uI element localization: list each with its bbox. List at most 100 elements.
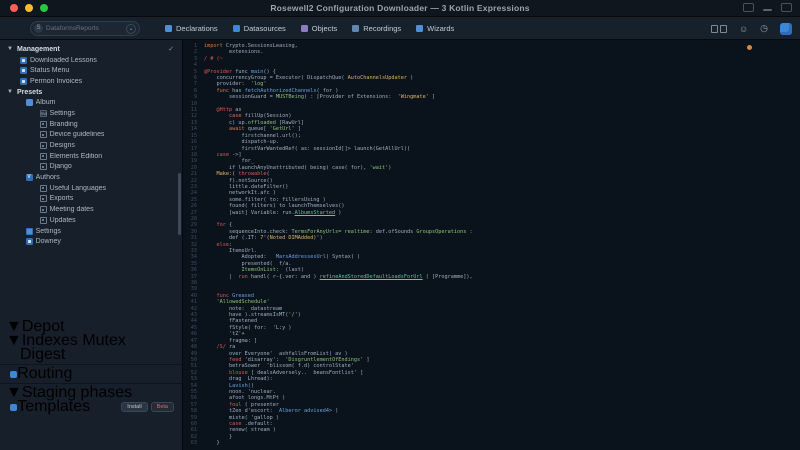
code-lines: 1 import Crypto.SessionsLeasing, 2 extensi… (184, 43, 800, 447)
fullscreen-icon[interactable] (781, 3, 792, 12)
sidebar-item-elements-edition[interactable]: Elements Edition (0, 151, 182, 162)
sidebar-label: Branding (49, 120, 78, 128)
checkmark-icon: ✓ (168, 46, 174, 54)
dot-icon (10, 403, 18, 411)
tab-recordings[interactable]: Recordings (352, 24, 401, 33)
sidebar-section-presets[interactable]: ▼ Presets (0, 87, 182, 98)
panel-layout-icon[interactable] (710, 24, 727, 33)
tab-label: Objects (311, 24, 338, 33)
tab-objects[interactable]: Objects (300, 24, 338, 33)
square-icon (39, 142, 47, 150)
search-scope-icon: S (34, 24, 43, 33)
search-input[interactable]: S DataformsReports ⌄ (30, 21, 140, 36)
sidebar-label: Downey (35, 238, 61, 246)
sidebar-item-settings[interactable]: SW Settings (0, 108, 182, 119)
tab-wizards[interactable]: Wizards (416, 24, 454, 33)
sw-badge: SW (39, 109, 48, 117)
doc-icon (20, 67, 27, 75)
square-icon (39, 206, 47, 214)
user-icon[interactable]: ☺ (739, 24, 748, 34)
sidebar-label: Elements Edition (49, 152, 103, 160)
sidebar-label: Digest (20, 346, 66, 363)
sidebar-label: Album (35, 99, 56, 107)
toolbar-right: ☺ ◷ (710, 17, 792, 40)
install-button[interactable]: Install (121, 402, 148, 412)
avatar[interactable] (780, 22, 792, 35)
sidebar-label: Designs (49, 142, 75, 150)
beta-button[interactable]: Beta (150, 402, 174, 412)
code-text: | run handl( r-{.ver: and ) refineAndSto… (204, 273, 473, 280)
code-text: } (204, 440, 220, 447)
sidebar-item-status-menu[interactable]: Status Menu (0, 65, 182, 76)
code-text: / # (~ (204, 55, 223, 62)
grid-icon (25, 227, 33, 235)
sidebar-item-downloaded-lessons[interactable]: Downloaded Lessons (0, 55, 182, 66)
sidebar-label: Templates (17, 398, 91, 415)
sidebar-label: Useful Languages (49, 184, 107, 192)
window-title: Rosewell2 Configuration Downloader — 3 K… (270, 3, 530, 13)
tab-label: Recordings (363, 24, 402, 33)
sidebar-label: Settings (49, 109, 75, 117)
toolbar: S DataformsReports ⌄ Declarations Datasou… (0, 17, 800, 40)
sidebar-row-buttons: Install Beta (121, 402, 174, 412)
square-icon (39, 152, 47, 160)
sidebar-item-authors[interactable]: V Authors (0, 172, 182, 183)
split-view-icon[interactable] (743, 3, 754, 12)
code-editor[interactable]: 1 import Crypto.SessionsLeasing, 2 extensi… (184, 40, 800, 450)
sidebar-item-device-guidelines[interactable]: Device guidelines (0, 130, 182, 141)
sidebar-item-downey[interactable]: Downey (0, 236, 182, 247)
search-dropdown-icon[interactable]: ⌄ (126, 23, 136, 34)
sidebar-item-exports[interactable]: Exports (0, 194, 182, 205)
sidebar-label: Django (49, 163, 72, 171)
dot-icon (10, 370, 18, 378)
sidebar-label: Routing (17, 365, 73, 382)
sidebar-item-digest[interactable]: Digest (0, 346, 182, 363)
sidebar-label: Settings (35, 227, 61, 235)
toolbar-tabs: Declarations Datasources Objects Recordings… (165, 17, 454, 40)
doc-icon (20, 56, 27, 64)
sidebar-label: Status Menu (30, 67, 70, 75)
tab-datasources[interactable]: Datasources (232, 24, 286, 33)
tab-file-icon (232, 25, 240, 32)
sidebar-scrollbar[interactable] (178, 173, 181, 235)
sidebar-item-permon-invoices[interactable]: Permon Invoices (0, 76, 182, 87)
sidebar-section-management[interactable]: ▼ Management ✓ (0, 44, 182, 55)
sidebar-item-updates[interactable]: Updates (0, 215, 182, 226)
sidebar-item-django[interactable]: Django (0, 162, 182, 173)
warning-marker-icon[interactable] (747, 45, 752, 50)
tab-file-icon (165, 25, 172, 32)
tab-declarations[interactable]: Declarations (165, 24, 218, 33)
minimize-icon[interactable] (763, 8, 772, 11)
tab-file-icon (300, 25, 308, 32)
chevron-down-icon[interactable]: ▼ (6, 89, 14, 95)
tab-label: Wizards (427, 24, 455, 33)
sidebar-item-useful-languages[interactable]: Useful Languages (0, 183, 182, 194)
project-sidebar: ▼ Management ✓ Downloaded Lessons Status Men… (0, 40, 183, 450)
code-line[interactable]: 63 } (184, 440, 800, 446)
sidebar-item-meeting-dates[interactable]: Meeting dates (0, 204, 182, 215)
sidebar-item-settings[interactable]: Settings (0, 226, 182, 237)
tab-label: Datasources (243, 24, 286, 33)
sidebar-item-templates[interactable]: Templates Install Beta (0, 398, 182, 415)
sidebar-item-routing[interactable]: Routing (0, 365, 182, 382)
app-window: Rosewell2 Configuration Downloader — 3 K… (0, 0, 800, 450)
sidebar-item-designs[interactable]: Designs (0, 140, 182, 151)
clock-icon[interactable]: ◷ (760, 23, 768, 34)
tab-file-icon (352, 25, 360, 32)
sidebar-item-album[interactable]: Album (0, 97, 182, 108)
code-text: [wait] Variable: run.AlbumsStarted ) (204, 209, 342, 216)
titlebar-window-controls (743, 3, 792, 12)
sidebar-label: Updates (49, 216, 76, 224)
tab-label: Declarations (176, 24, 218, 33)
chevron-down-icon[interactable]: ▼ (6, 46, 14, 52)
sidebar-label: Authors (35, 174, 60, 182)
sidebar-label: Downloaded Lessons (30, 56, 97, 64)
sidebar-label: Meeting dates (49, 206, 94, 214)
sidebar-label: Device guidelines (49, 131, 105, 139)
square-icon (39, 131, 47, 139)
code-text: sessionGuard = MUSTBeing( : [Provider of… (204, 94, 436, 101)
square-icon (39, 163, 47, 171)
tab-file-icon (416, 25, 424, 32)
line-number: 63 (190, 440, 197, 447)
sidebar-item-branding[interactable]: Branding (0, 119, 182, 130)
